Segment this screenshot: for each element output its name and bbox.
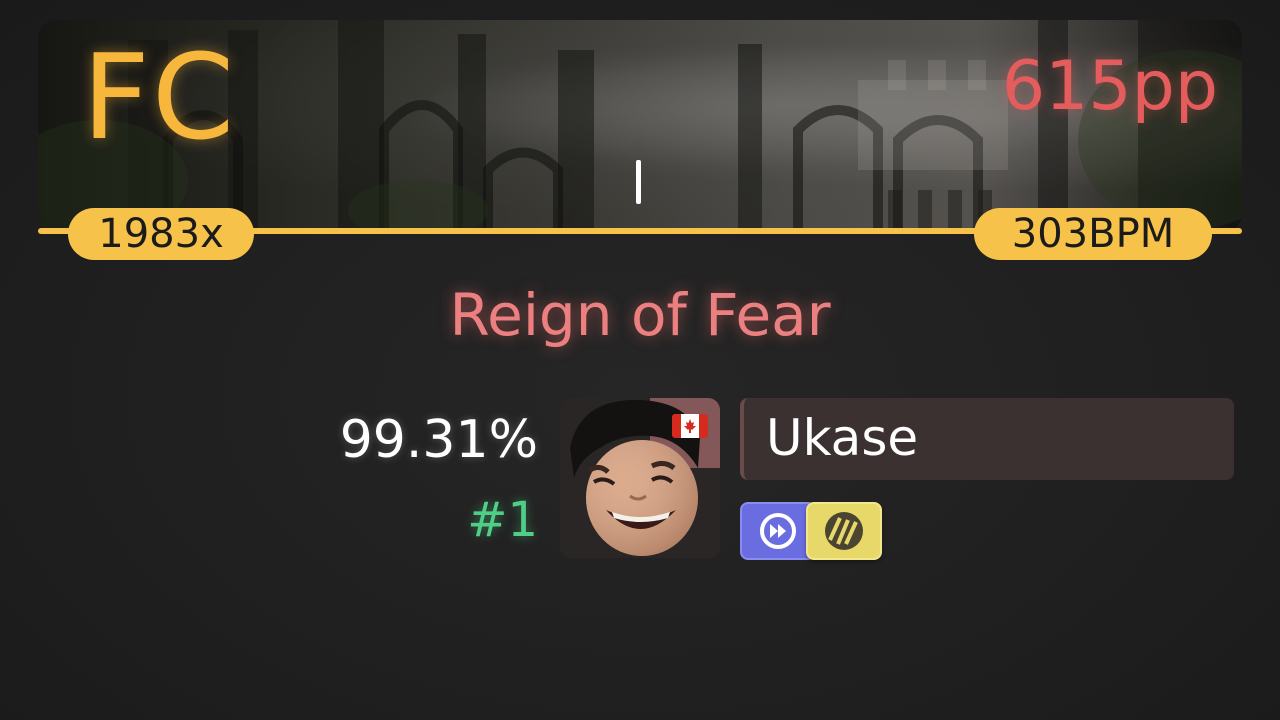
username-panel[interactable]: Ukase	[740, 398, 1234, 480]
max-combo-badge: 1983x	[68, 208, 254, 260]
leaderboard-rank: #1	[467, 492, 538, 548]
performance-points: 615pp	[1001, 47, 1218, 126]
accuracy-value: 99.31%	[339, 410, 538, 470]
player-username: Ukase	[766, 409, 919, 467]
beatmap-title: Reign of Fear	[449, 281, 831, 349]
text-cursor-icon	[636, 160, 641, 204]
score-rank-grade: FC	[82, 28, 237, 166]
double-time-mod-icon	[740, 502, 816, 560]
bpm-badge: 303BPM	[974, 208, 1212, 260]
hard-rock-mod-icon	[806, 502, 882, 560]
canada-flag-icon	[672, 414, 708, 438]
